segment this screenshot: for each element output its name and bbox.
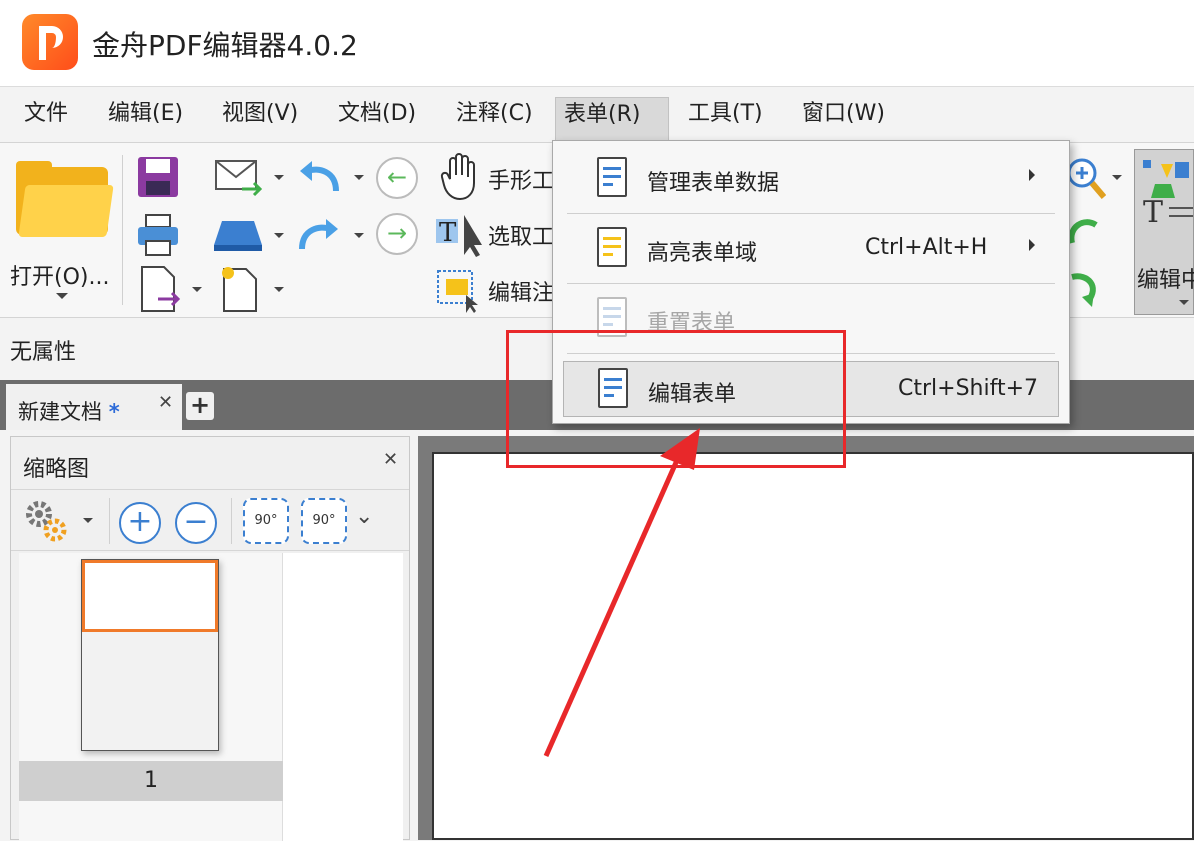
annotation-arrow-icon (543, 428, 700, 758)
